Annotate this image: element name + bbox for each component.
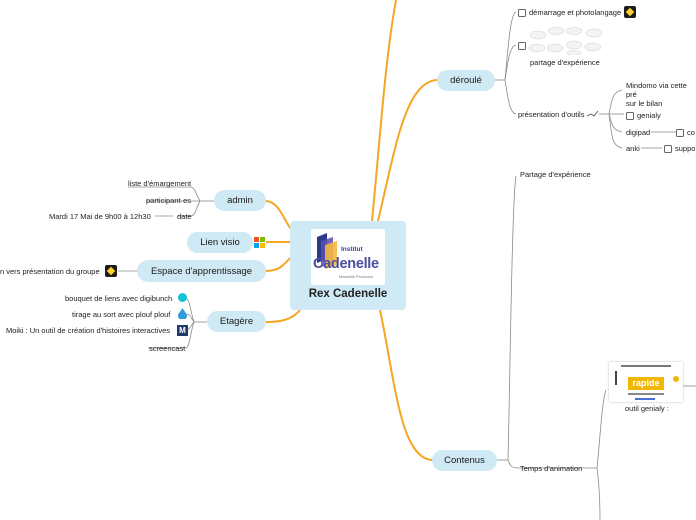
node-admin[interactable]: admin [214,190,266,211]
co-text: co [687,128,695,137]
leaf-temps-animation[interactable]: Temps d'animation [520,464,582,473]
mindmap-thumbnail-image [528,27,603,55]
leaf-partage-experience[interactable]: partage d'expérience [530,58,600,67]
expand-chart-icon [587,110,599,117]
genialy-text: genialy [637,111,661,120]
branch-espace [265,257,291,272]
leaf-digibunch[interactable]: bouquet de liens avec digibunch [65,294,172,303]
moiki-icon: M [177,325,188,336]
deroule-label: déroulé [450,75,482,86]
node-lien-visio[interactable]: Lien visio [187,232,253,253]
leaf-digipad-child[interactable]: co [676,128,695,138]
demarrage-text: démarrage et photolangage [529,8,622,17]
node-contenus[interactable]: Contenus [432,450,497,471]
leaf-anki[interactable]: anki [626,144,640,153]
lien-visio-label: Lien visio [200,237,240,248]
logo-sub-text: Marseille Provence [339,274,374,279]
node-espace-apprentissage[interactable]: Espace d'apprentissage [137,260,266,282]
miro-icon-2 [624,6,636,18]
logo-small-text: Institut [341,246,363,253]
leaf-anki-child[interactable]: suppo [664,144,696,154]
leaf-plouf-plouf[interactable]: tirage au sort avec plouf plouf [72,310,170,319]
microsoft-icon [254,237,265,248]
miro-icon [105,265,117,277]
leaf-date[interactable]: date [177,212,192,221]
leaf-outil-genialy[interactable]: outil genialy : [625,404,669,413]
branch-deroule [377,79,438,222]
etagere-label: Etagère [219,316,254,327]
checkbox-icon-support[interactable] [664,145,672,154]
digibunch-icon [178,293,187,302]
node-etagere[interactable]: Etagère [207,311,266,332]
leaf-presentation-groupe[interactable]: n vers présentation du groupe [0,267,100,276]
leaf-date-value[interactable]: Mardi 17 Mai de 9h00 à 12h30 [49,212,151,221]
leaf-moiki[interactable]: Moiki : Un outil de création d'histoires… [6,326,170,335]
leaf-presentation-outils[interactable]: présentation d'outils [518,110,584,119]
branch-admin [265,200,291,229]
central-node[interactable]: Institut Cadenelle Marseille Provence Re… [290,221,406,310]
leaf-screencast[interactable]: screencast [149,344,185,353]
genialy-thumbnail-image: rapide [609,362,683,402]
leaf-participants[interactable]: participant·es [146,196,191,205]
branch-top [371,0,397,222]
leaf-genialy[interactable]: genialy [626,111,661,121]
leaf-digipad[interactable]: digipad [626,128,650,137]
leaf-partage-experience-2[interactable]: Partage d'expérience [520,170,591,179]
espace-label: Espace d'apprentissage [150,265,253,277]
institut-cadenelle-logo: Institut Cadenelle Marseille Provence [311,229,385,285]
central-title: Rex Cadenelle [308,288,388,300]
leaf-mindomo[interactable]: Mindomo via cette pré sur le bilan [626,81,696,108]
drop-icon [178,308,187,319]
node-deroule[interactable]: déroulé [437,70,495,91]
rapide-text: rapide [628,377,664,390]
leaf-demarrage[interactable]: démarrage et photolangage [518,8,622,18]
support-text: suppo [675,144,696,153]
branch-contenus [379,309,433,461]
admin-label: admin [227,195,253,206]
checkbox-icon-partage[interactable] [518,42,526,50]
logo-big-text: Cadenelle [313,256,379,272]
branch-etagere [265,309,301,323]
contenus-label: Contenus [444,455,485,466]
leaf-liste-emargement[interactable]: liste d'émargement [128,179,191,188]
checkbox-icon-genialy[interactable] [626,112,634,121]
checkbox-icon[interactable] [518,9,526,18]
checkbox-icon-co[interactable] [676,129,684,138]
